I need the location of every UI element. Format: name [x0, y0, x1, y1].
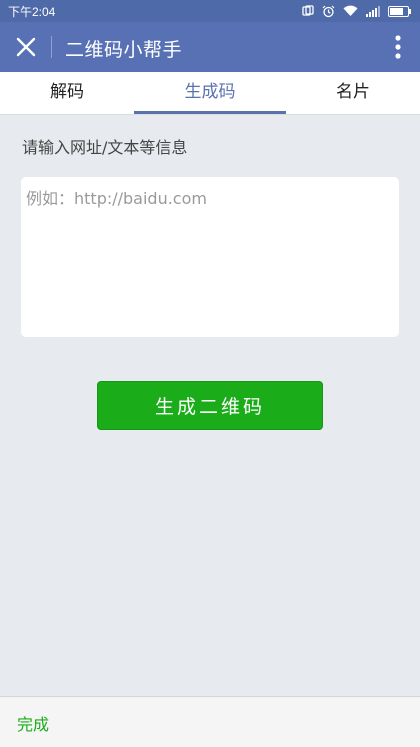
nfc-icon: [302, 5, 314, 17]
page-title: 二维码小帮手: [65, 39, 183, 61]
tab-generate[interactable]: 生成码: [134, 72, 286, 114]
status-icons: [302, 2, 412, 20]
more-button[interactable]: [388, 32, 408, 62]
tab-business-card[interactable]: 名片: [286, 72, 420, 114]
active-tab-indicator: [134, 111, 286, 114]
app-bar-divider: [51, 36, 52, 58]
done-button[interactable]: 完成: [17, 711, 49, 735]
tab-bar: 解码 生成码 名片: [0, 72, 420, 115]
tab-decode[interactable]: 解码: [0, 72, 134, 114]
app-bar: 二维码小帮手: [0, 22, 420, 72]
battery-icon: [388, 5, 412, 17]
generate-qr-button[interactable]: 生成二维码: [97, 381, 323, 430]
alarm-icon: [322, 5, 335, 18]
signal-icon: [366, 5, 380, 17]
close-icon: [16, 37, 36, 57]
more-vertical-icon: [395, 35, 401, 59]
wifi-icon: [343, 5, 358, 17]
input-label: 请输入网址/文本等信息: [22, 138, 188, 157]
close-button[interactable]: [8, 30, 44, 64]
content-input[interactable]: [21, 177, 399, 337]
status-time: 下午2:04: [8, 5, 56, 19]
bottom-bar: 完成: [0, 696, 420, 747]
status-bar: 下午2:04: [0, 0, 420, 22]
